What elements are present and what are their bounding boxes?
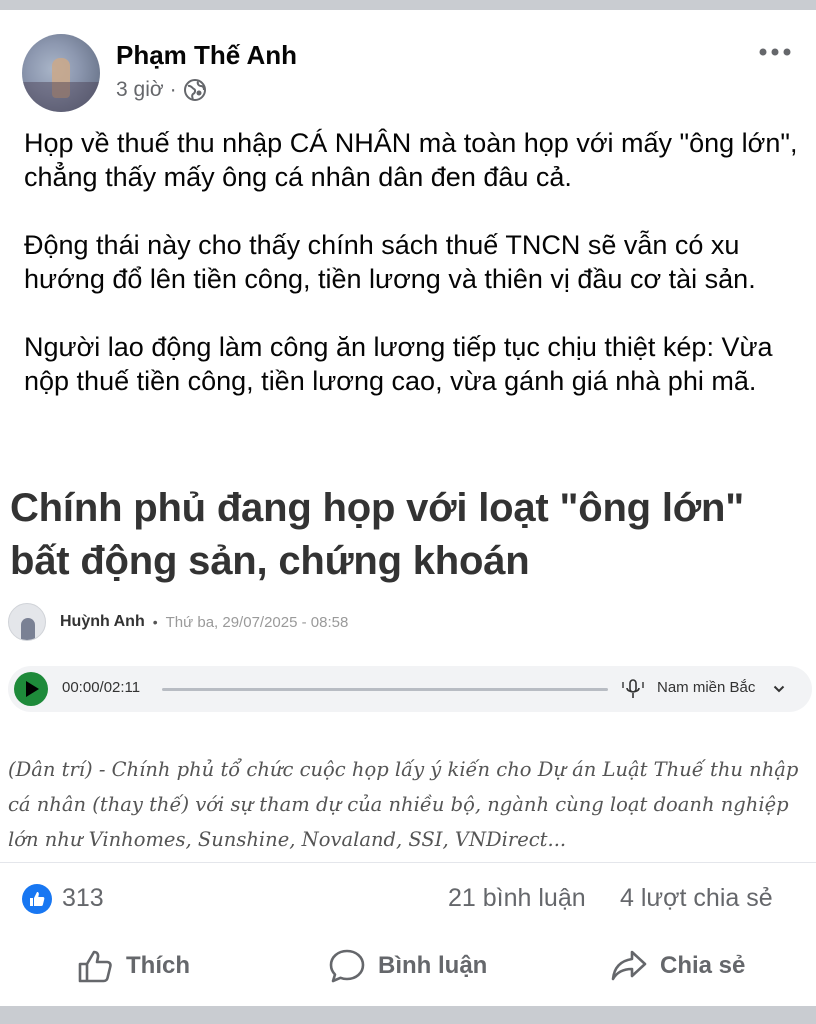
article-byline: Huỳnh Anh • Thứ ba, 29/07/2025 - 08:58 [8, 603, 348, 641]
comment-icon [329, 949, 365, 983]
post-paragraph: Họp về thuế thu nhập CÁ NHÂN mà toàn họp… [24, 128, 798, 192]
article-title[interactable]: Chính phủ đang họp với loạt "ông lớn" bấ… [10, 482, 810, 588]
comment-label: Bình luận [378, 952, 488, 979]
voice-select[interactable]: Nam miền Bắc [657, 679, 755, 696]
player-progress-track[interactable] [162, 688, 608, 691]
bottom-separator [0, 1006, 816, 1024]
globe-icon [183, 79, 206, 101]
article-lead: (Dân trí) - Chính phủ tổ chức cuộc họp l… [8, 758, 799, 851]
mic-icon[interactable] [620, 676, 646, 702]
like-label: Thích [126, 952, 190, 979]
player-time: 00:00/02:11 [62, 679, 141, 696]
more-icon[interactable] [758, 42, 792, 62]
article-author-avatar [8, 603, 46, 641]
like-icon [78, 950, 112, 983]
post-meta: 3 giờ · [116, 78, 207, 102]
article-date: Thứ ba, 29/07/2025 - 08:58 [165, 613, 349, 631]
avatar-shade [22, 82, 100, 112]
post-paragraph: Động thái này cho thấy chính sách thuế T… [24, 230, 756, 294]
like-count[interactable]: 313 [62, 884, 104, 913]
comment-count[interactable]: 21 bình luận [448, 884, 586, 913]
post-time[interactable]: 3 giờ [116, 78, 164, 102]
play-icon [26, 681, 39, 697]
like-button[interactable]: Thích [76, 944, 190, 988]
audio-player: 00:00/02:11 Nam miền Bắc [8, 666, 812, 712]
author-avatar[interactable] [22, 34, 100, 112]
share-count[interactable]: 4 lượt chia sẻ [620, 884, 773, 913]
author-name[interactable]: Phạm Thế Anh [116, 40, 297, 71]
article-author: Huỳnh Anh [60, 613, 145, 630]
meta-separator: · [169, 78, 177, 101]
like-badge-icon[interactable] [22, 884, 52, 914]
comment-button[interactable]: Bình luận [328, 944, 487, 988]
post-paragraph: Người lao động làm công ăn lương tiếp tụ… [24, 332, 773, 396]
top-separator [0, 0, 816, 10]
chevron-down-icon[interactable] [773, 684, 785, 694]
play-button[interactable] [14, 672, 48, 706]
byline-bullet: • [152, 614, 158, 630]
divider [0, 862, 816, 863]
share-label: Chia sẻ [660, 952, 746, 979]
share-button[interactable]: Chia sẻ [610, 944, 745, 988]
share-icon [611, 950, 647, 981]
post-text: Họp về thuế thu nhập CÁ NHÂN mà toàn họp… [24, 126, 804, 432]
